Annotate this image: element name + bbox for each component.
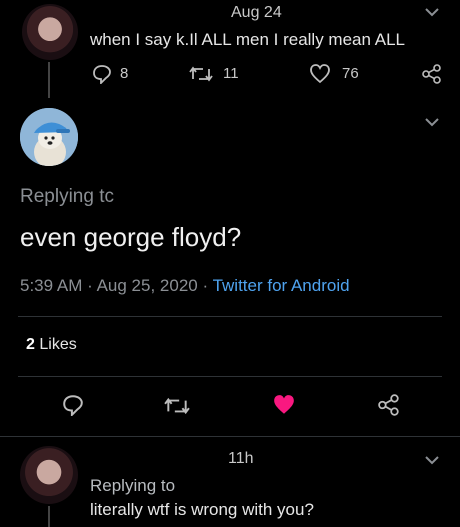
main-tweet-text: even george floyd? bbox=[20, 222, 242, 252]
divider bbox=[18, 316, 442, 317]
avatar[interactable] bbox=[20, 446, 78, 504]
divider bbox=[0, 436, 460, 437]
share-icon[interactable] bbox=[378, 394, 400, 416]
thread-line bbox=[48, 506, 50, 527]
tweet-time: Aug 24 bbox=[231, 4, 282, 21]
tweet-date: Aug 25, 2020 bbox=[96, 276, 198, 295]
chevron-down-icon[interactable] bbox=[424, 454, 440, 466]
avatar[interactable] bbox=[20, 108, 78, 166]
chevron-down-icon[interactable] bbox=[424, 116, 440, 128]
retweet-count: 11 bbox=[223, 65, 239, 82]
replying-to-label: Replying to bbox=[90, 476, 176, 495]
avatar[interactable] bbox=[22, 4, 78, 60]
retweet-icon[interactable] bbox=[189, 65, 213, 83]
heart-fill bbox=[274, 395, 294, 414]
likes-count: 2 bbox=[26, 336, 35, 353]
share-icon[interactable] bbox=[422, 64, 442, 84]
meta-separator: · bbox=[202, 276, 209, 295]
reply-icon[interactable] bbox=[62, 394, 84, 416]
like-count: 76 bbox=[342, 65, 359, 82]
tweet-actions: 8 11 76 bbox=[92, 62, 442, 86]
replying-to-label: Replying tc bbox=[20, 186, 114, 207]
tweet-text: when I say k.Il ALL men I really mean AL… bbox=[90, 30, 405, 49]
chevron-down-icon[interactable] bbox=[424, 6, 440, 18]
tweet-meta: 5:39 AM · Aug 25, 2020 · Twitter for And… bbox=[20, 276, 350, 296]
heart-icon[interactable] bbox=[309, 64, 331, 84]
tweet-text: literally wtf is wrong with you? bbox=[90, 500, 314, 519]
retweet-icon[interactable] bbox=[164, 396, 190, 416]
main-tweet-actions bbox=[18, 390, 442, 420]
heart-icon[interactable] bbox=[272, 394, 296, 416]
tweet-client-link[interactable]: Twitter for Android bbox=[213, 276, 350, 295]
divider bbox=[18, 376, 442, 377]
avatar-image bbox=[20, 108, 78, 166]
likes-stat[interactable]: 2 Likes bbox=[26, 336, 77, 354]
meta-separator: · bbox=[87, 276, 93, 295]
thread-line bbox=[48, 62, 50, 98]
likes-label: Likes bbox=[39, 336, 77, 353]
tweet-time: 11h bbox=[228, 450, 254, 467]
reply-icon[interactable] bbox=[92, 64, 112, 84]
reply-count: 8 bbox=[120, 65, 129, 82]
tweet-time: 5:39 AM bbox=[20, 276, 83, 295]
